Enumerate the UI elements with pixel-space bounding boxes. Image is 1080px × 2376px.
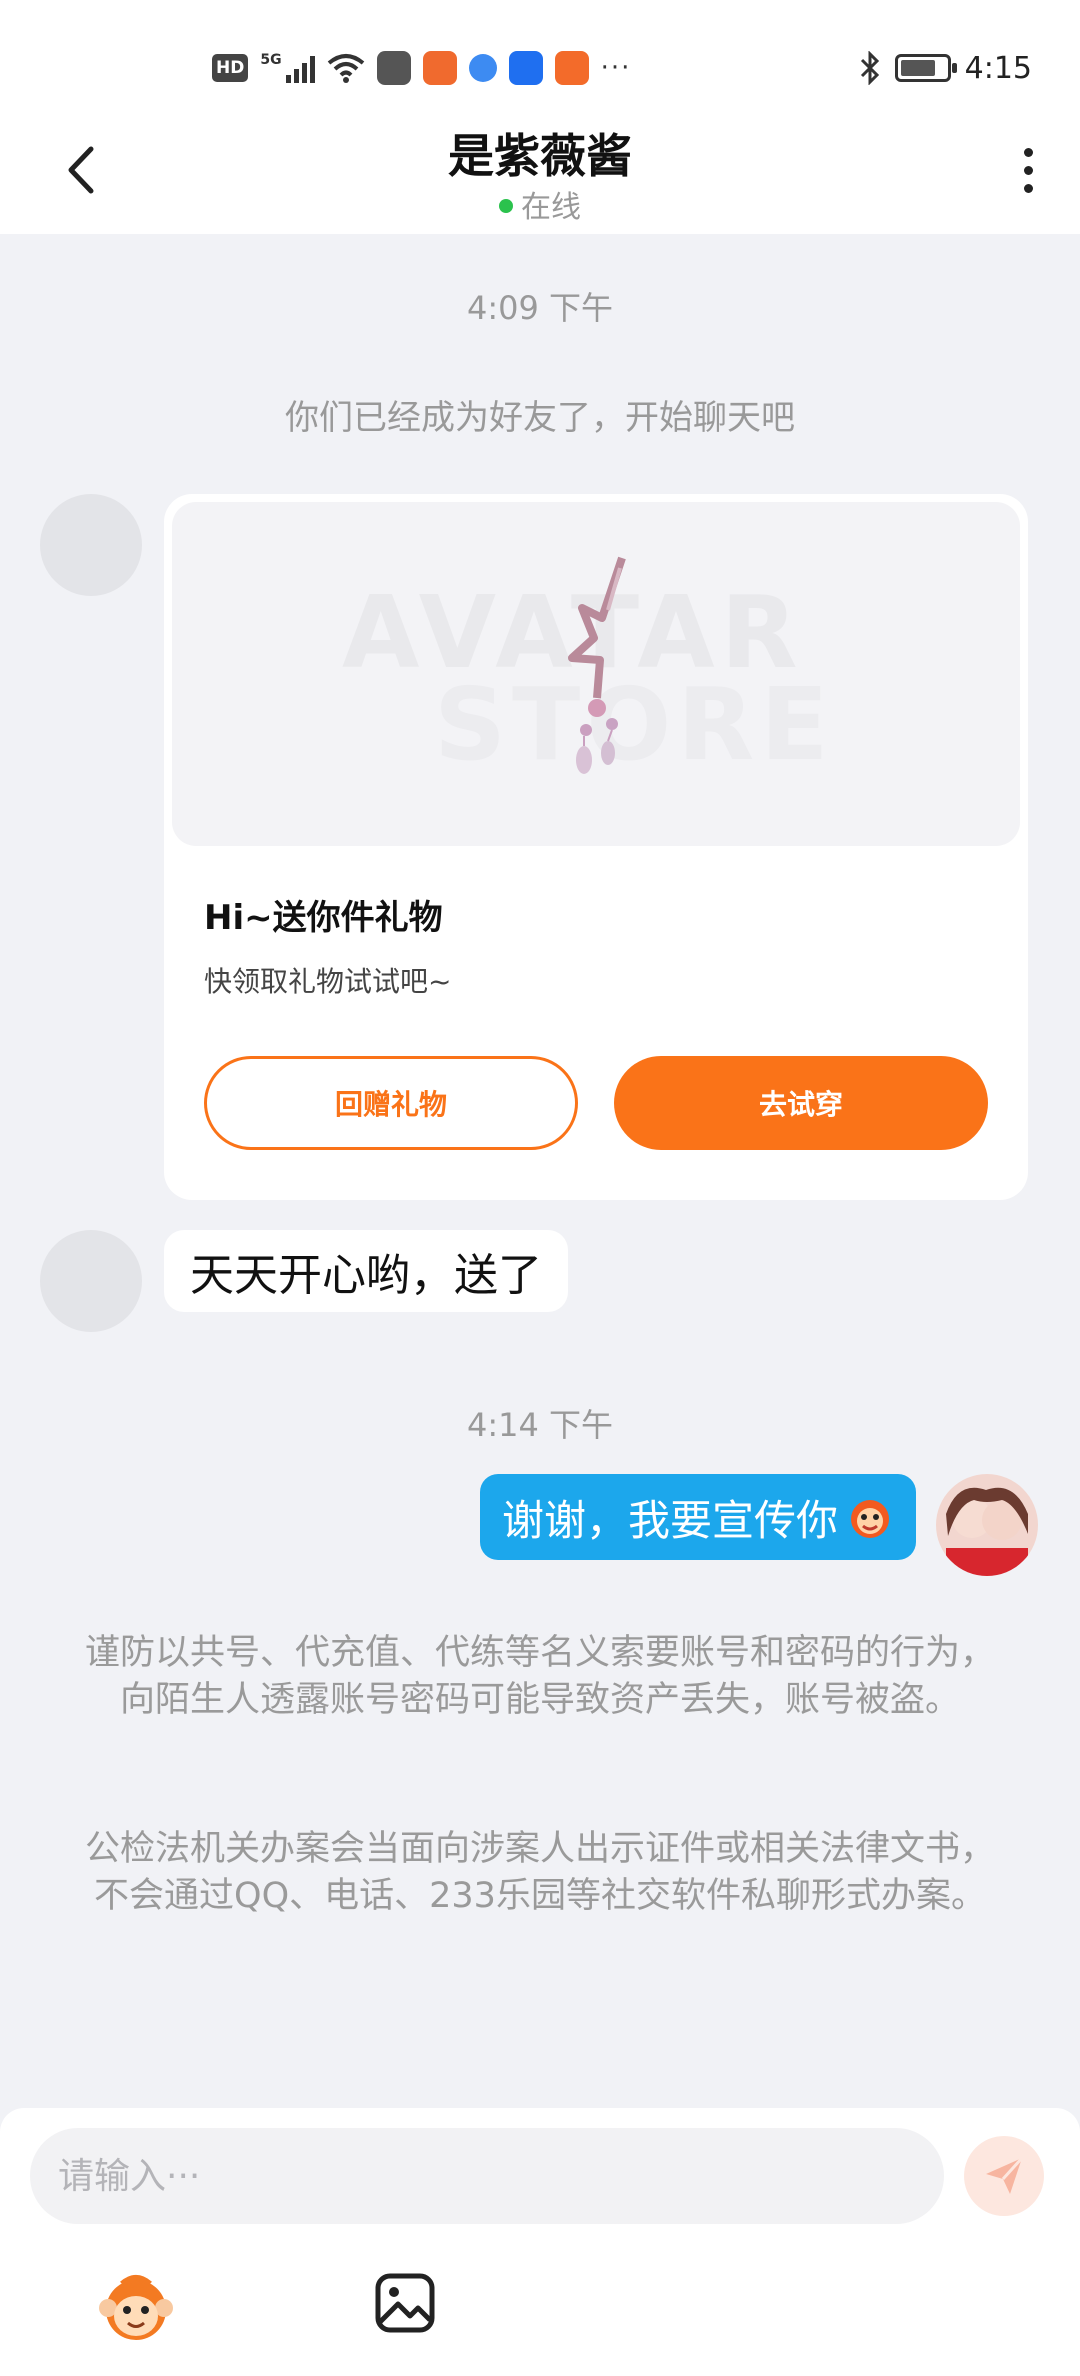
- hd-badge: HD: [212, 54, 249, 82]
- try-on-button[interactable]: 去试穿: [614, 1056, 988, 1150]
- emoji-button[interactable]: [96, 2268, 176, 2348]
- timestamp: 4:09 下午: [466, 289, 614, 327]
- chat-header: 是紫薇酱 在线: [0, 110, 1080, 234]
- contact-avatar[interactable]: [40, 494, 142, 596]
- more-options-button[interactable]: [1008, 140, 1048, 200]
- incoming-message[interactable]: 天天开心哟，送了: [164, 1230, 568, 1312]
- network-type-label: 5G: [260, 52, 282, 68]
- more-vertical-icon: [1023, 147, 1033, 157]
- outgoing-message-text: 谢谢，我要宣传你: [501, 1495, 838, 1545]
- message-input[interactable]: [30, 2128, 944, 2224]
- gift-hairpin-image: [568, 556, 626, 774]
- self-avatar[interactable]: [936, 1474, 1038, 1576]
- monkey-emoji-icon: [99, 2275, 173, 2340]
- wifi-icon: [327, 54, 364, 83]
- contact-name: 是紫薇酱: [448, 129, 632, 183]
- gift-image[interactable]: AVATAR STORE: [172, 502, 1020, 846]
- send-button[interactable]: [964, 2136, 1044, 2216]
- app-notification-icon: [554, 51, 589, 85]
- signal-icon: [285, 53, 315, 83]
- more-vertical-icon-dot: [1023, 165, 1033, 175]
- app-notification-icon: [376, 51, 411, 85]
- legal-warning: 公检法机关办案会当面向涉案人出示证件或相关法律文书，不会通过QQ、电话、233乐…: [84, 1829, 995, 1916]
- app-notification-icon: [468, 54, 497, 82]
- online-dot-icon: [499, 198, 513, 213]
- security-warning: 谨防以共号、代充值、代练等名义索要账号和密码的行为，向陌生人透露账号密码可能导致…: [84, 1633, 995, 1720]
- send-icon: [986, 2156, 1024, 2194]
- bluetooth-icon: [860, 51, 879, 85]
- contact-avatar[interactable]: [40, 1230, 142, 1332]
- system-note: 你们已经成为好友了，开始聊天吧: [285, 398, 795, 438]
- gift-subtitle: 快领取礼物试试吧~: [204, 965, 452, 998]
- online-status-label: 在线: [521, 190, 581, 225]
- clock: 4:15: [964, 50, 1032, 86]
- more-notifications-icon: ···: [600, 53, 632, 83]
- app-notification-icon: [422, 51, 457, 85]
- incoming-message-text: 天天开心哟，送了: [190, 1250, 542, 1301]
- emoji-sticker-icon: [851, 1500, 889, 1538]
- outgoing-message[interactable]: 谢谢，我要宣传你: [479, 1474, 916, 1560]
- image-picker-button[interactable]: [374, 2272, 436, 2334]
- gift-card[interactable]: AVATAR STORE Hi~送你件礼物 快领取礼物试试吧~ 回赠礼物 去试穿: [164, 494, 1028, 1200]
- status-icons-right: 4:15: [859, 48, 1032, 88]
- battery-icon: [894, 54, 957, 82]
- app-notification-icon: [508, 51, 543, 85]
- return-gift-button[interactable]: 回赠礼物: [204, 1056, 578, 1150]
- self-avatar-photo: [936, 1474, 1038, 1576]
- online-status: 在线: [0, 182, 1080, 226]
- gift-title: Hi~送你件礼物: [204, 898, 443, 938]
- status-icons-left: HD 5G ···: [212, 50, 631, 86]
- input-area: [0, 2108, 1080, 2376]
- image-icon: [375, 2273, 435, 2333]
- more-vertical-icon-dot: [1023, 183, 1033, 193]
- timestamp: 4:14 下午: [466, 1406, 614, 1444]
